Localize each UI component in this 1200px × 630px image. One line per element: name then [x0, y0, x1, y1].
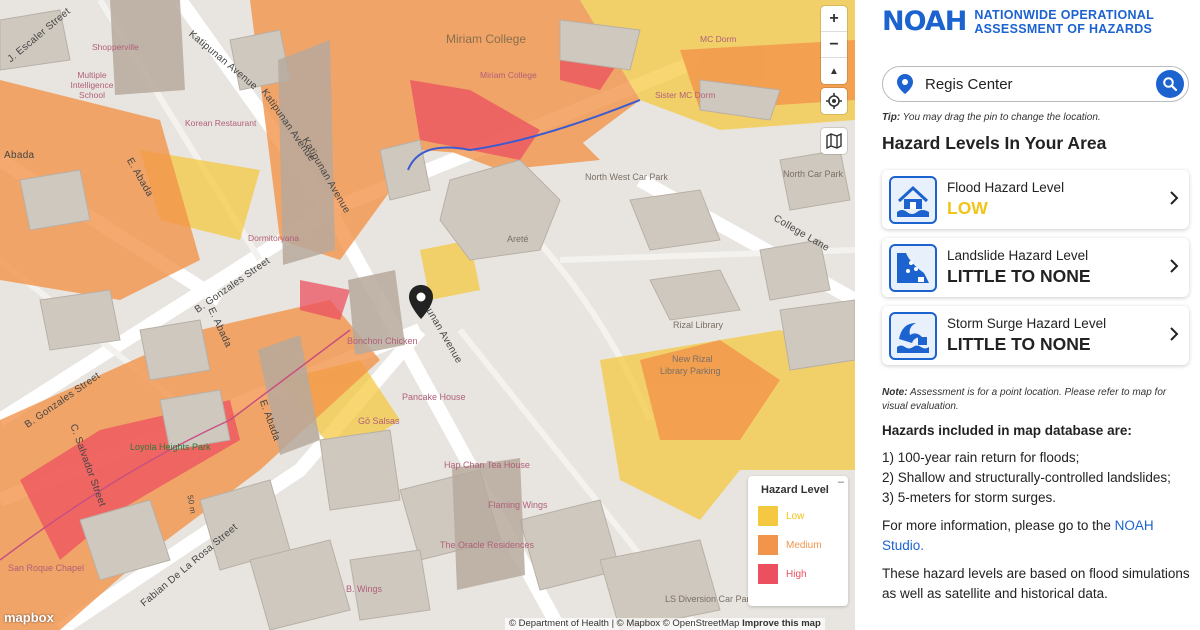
- logo-tagline-line2: ASSESSMENT OF HAZARDS: [974, 21, 1153, 36]
- landslide-hazard-name: Landslide Hazard Level: [947, 248, 1089, 263]
- map-label-library-parking: Library Parking: [660, 366, 721, 376]
- map-label-new-rizal: New Rizal: [672, 354, 713, 364]
- map-pin-icon: [409, 285, 433, 319]
- search-icon: [1163, 77, 1177, 91]
- tip-label: Tip:: [882, 112, 901, 123]
- included-item: 2) Shallow and structurally-controlled l…: [882, 470, 1171, 485]
- zoom-out-button[interactable]: −: [821, 32, 847, 58]
- storm-surge-hazard-level: LITTLE TO NONE: [947, 334, 1091, 354]
- logo-mark: NOAH: [882, 6, 967, 37]
- landslide-hazard-level: LITTLE TO NONE: [947, 266, 1091, 286]
- hazard-legend: – Hazard Level Low Medium High: [748, 476, 848, 606]
- compass-button[interactable]: ▲: [821, 58, 847, 84]
- note-label: Note:: [882, 387, 908, 398]
- flood-hazard-level: LOW: [947, 198, 988, 218]
- chevron-right-icon: [1170, 259, 1179, 273]
- map-label-sister-mc: Sister MC Dorm: [655, 90, 716, 100]
- legend-label-low: Low: [786, 510, 805, 522]
- map-label-flaming-wings: Flaming Wings: [488, 500, 548, 510]
- map-label-miriam-college: Miriam College: [446, 32, 527, 46]
- hazard-levels-title: Hazard Levels In Your Area: [882, 133, 1107, 153]
- chevron-right-icon: [1170, 191, 1179, 205]
- zoom-in-button[interactable]: +: [821, 6, 847, 32]
- attribution-text: © Department of Health | © Mapbox © Open…: [509, 618, 740, 629]
- map-label-abada: Abada: [4, 150, 35, 161]
- hazard-map[interactable]: Miriam College Miriam College Katipunan …: [0, 0, 855, 630]
- map-label-pancake-house: Pancake House: [402, 392, 466, 402]
- note-text: Assessment is for a point location. Plea…: [882, 387, 1167, 412]
- compass-icon: ▲: [829, 65, 839, 77]
- location-pin-icon: [897, 74, 913, 94]
- search-button[interactable]: [1156, 70, 1184, 98]
- logo-tagline-line1: NATIONWIDE OPERATIONAL: [974, 7, 1155, 22]
- storm-surge-hazard-name: Storm Surge Hazard Level: [947, 316, 1107, 331]
- map-label-bonchon: Bonchon Chicken: [347, 336, 418, 346]
- logo-tagline: NATIONWIDE OPERATIONAL ASSESSMENT OF HAZ…: [974, 8, 1154, 36]
- map-label-b-wings: B. Wings: [346, 584, 383, 594]
- zoom-controls: + − ▲: [821, 6, 847, 84]
- legend-label-medium: Medium: [786, 539, 822, 551]
- map-icon: [826, 133, 842, 149]
- included-item: 1) 100-year rain return for floods;: [882, 450, 1080, 465]
- map-label-north-west-car-park: North West Car Park: [585, 172, 668, 182]
- map-label-miriam-college-small: Miriam College: [480, 70, 537, 80]
- legend-swatch-low: [758, 506, 778, 526]
- landslide-hazard-card[interactable]: Landslide Hazard Level LITTLE TO NONE: [882, 238, 1189, 297]
- included-title: Hazards included in map database are:: [882, 423, 1132, 438]
- map-label-korean-restaurant: Korean Restaurant: [185, 118, 257, 128]
- storm-surge-hazard-card[interactable]: Storm Surge Hazard Level LITTLE TO NONE: [882, 306, 1189, 365]
- hazard-panel: NOAH NATIONWIDE OPERATIONAL ASSESSMENT O…: [855, 0, 1200, 630]
- legend-label-high: High: [786, 568, 807, 580]
- basemap-button[interactable]: [821, 128, 847, 154]
- legend-swatch-medium: [758, 535, 778, 555]
- geolocate-button[interactable]: [821, 88, 847, 114]
- more-info: For more information, please go to the N…: [882, 516, 1192, 556]
- basis-text: These hazard levels are based on flood s…: [882, 566, 1190, 601]
- location-pin[interactable]: [409, 285, 433, 324]
- map-label-san-roque: San Roque Chapel: [8, 563, 85, 573]
- flood-hazard-card[interactable]: Flood Hazard Level LOW: [882, 170, 1189, 229]
- geolocate-control: [821, 88, 847, 114]
- map-label-shopperville: Shopperville: [92, 42, 139, 52]
- map-label-multiple-intelligence: Multiple Intelligence School: [70, 70, 114, 100]
- included-item: 3) 5-meters for storm surges.: [882, 490, 1057, 505]
- map-label-oracle: The Oracle Residences: [440, 540, 535, 550]
- legend-collapse-button[interactable]: –: [838, 476, 844, 488]
- crosshair-icon: [826, 93, 842, 109]
- landslide-icon: [889, 243, 937, 292]
- map-label-go-salsa: Gō Salsas: [358, 416, 400, 426]
- mapbox-logo[interactable]: mapbox: [4, 610, 54, 625]
- legend-swatch-high: [758, 564, 778, 584]
- location-search: [882, 66, 1189, 102]
- map-label-ls-diversion: LS Diversion Car Park: [665, 594, 755, 604]
- flood-hazard-name: Flood Hazard Level: [947, 180, 1065, 195]
- tip-text: Tip: You may drag the pin to change the …: [882, 112, 1101, 123]
- map-label-rizal-library: Rizal Library: [673, 320, 724, 330]
- assessment-note: Note: Assessment is for a point location…: [882, 386, 1192, 414]
- noah-logo[interactable]: NOAH NATIONWIDE OPERATIONAL ASSESSMENT O…: [882, 6, 1154, 37]
- legend-title: Hazard Level: [761, 484, 829, 496]
- more-info-prefix: For more information, please go to the: [882, 518, 1115, 533]
- legend-item-medium: Medium: [758, 535, 838, 555]
- improve-map-link[interactable]: Improve this map: [742, 618, 821, 629]
- legend-item-high: High: [758, 564, 838, 584]
- legend-item-low: Low: [758, 506, 838, 526]
- map-label-mc-dorm: MC Dorm: [700, 34, 737, 44]
- search-input[interactable]: [925, 75, 1145, 93]
- basemap-control: [821, 128, 847, 154]
- map-label-north-car-park: North Car Park: [783, 169, 844, 179]
- map-label-dormitoryana: Dormitoryana: [248, 233, 300, 243]
- chevron-right-icon: [1170, 327, 1179, 341]
- flood-house-icon: [889, 175, 937, 224]
- map-label-arete: Areté: [507, 234, 529, 244]
- included-list: 1) 100-year rain return for floods; 2) S…: [882, 448, 1192, 508]
- storm-surge-icon: [889, 311, 937, 360]
- map-label-hap-chan: Hap Chan Tea House: [444, 460, 530, 470]
- map-attribution: © Department of Health | © Mapbox © Open…: [505, 618, 825, 630]
- tip-body: You may drag the pin to change the locat…: [902, 112, 1101, 123]
- map-label-loyola-park: Loyola Heights Park: [130, 442, 211, 452]
